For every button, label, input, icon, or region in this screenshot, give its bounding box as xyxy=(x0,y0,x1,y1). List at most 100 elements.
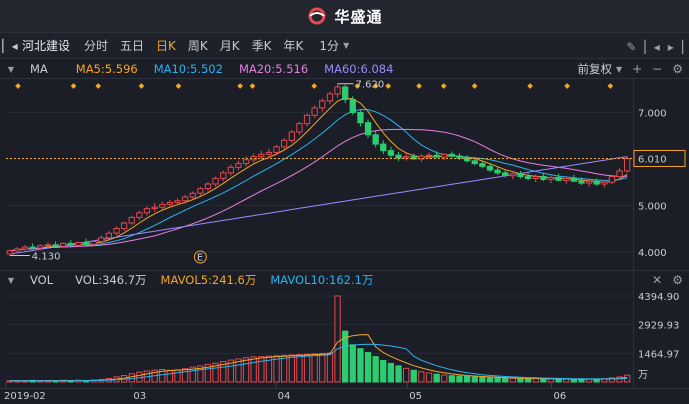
event-marker[interactable] xyxy=(237,83,243,89)
event-marker[interactable] xyxy=(564,83,570,89)
candle-body xyxy=(105,232,112,239)
candle-body xyxy=(509,173,517,177)
candle-body xyxy=(540,176,547,180)
ma20-line xyxy=(9,128,628,252)
candle-body xyxy=(242,159,250,165)
candle-body xyxy=(29,246,36,249)
main-panel-border xyxy=(0,78,689,79)
time-axis-border xyxy=(0,388,689,389)
event-marker[interactable] xyxy=(471,83,478,89)
volume-bar xyxy=(441,374,448,383)
volume-bar xyxy=(387,362,395,383)
event-marker[interactable] xyxy=(15,83,21,89)
candle-body xyxy=(44,244,52,247)
volume-bar xyxy=(486,377,494,383)
price-tick-label: 7.000 xyxy=(638,108,667,119)
gear-icon[interactable]: ⚙ xyxy=(672,62,683,76)
candle-body xyxy=(524,176,532,180)
close-icon[interactable]: ✕ xyxy=(652,273,662,287)
candle-body xyxy=(212,177,219,185)
candle-body xyxy=(235,163,242,168)
ma60-value: MA60:6.084 xyxy=(324,62,394,76)
candle-body xyxy=(342,86,349,100)
time-tick-label: 04 xyxy=(278,391,291,402)
volume-bar xyxy=(128,373,135,383)
candle-body xyxy=(372,134,379,145)
ma5-value: MA5:5.596 xyxy=(75,62,138,76)
ma10-value: MA10:5.502 xyxy=(153,62,223,76)
vol-indicator-label[interactable]: VOL xyxy=(30,273,53,287)
vol-value: VOL:346.7万 xyxy=(75,273,147,287)
ma20-value: MA20:5.516 xyxy=(238,62,309,76)
ma-indicator-label[interactable]: MA xyxy=(30,62,48,76)
event-marker[interactable] xyxy=(607,83,614,89)
event-marker[interactable] xyxy=(440,83,447,89)
candle-body xyxy=(456,155,463,159)
event-marker[interactable] xyxy=(385,83,392,89)
candle-body xyxy=(585,180,593,184)
candle-body xyxy=(425,154,433,157)
candle-body xyxy=(204,183,212,190)
volume-bar xyxy=(471,376,478,383)
candle-body xyxy=(433,154,440,158)
candle-body xyxy=(448,153,456,157)
volume-unit-label: 万 xyxy=(638,370,648,381)
volume-bar xyxy=(563,378,570,383)
candle-body xyxy=(227,166,234,174)
candle-body xyxy=(14,248,21,252)
candle-body xyxy=(265,151,273,155)
event-marker[interactable] xyxy=(70,83,77,89)
gear-icon[interactable]: ⚙ xyxy=(672,273,683,287)
candle-body xyxy=(624,157,631,172)
volume-tick-label: 1464.97 xyxy=(638,349,679,360)
add-icon[interactable]: + xyxy=(632,62,642,76)
adjust-select[interactable]: 前复权 ▼ xyxy=(577,61,622,77)
time-tick-label: 2019-02 xyxy=(4,391,46,402)
event-marker[interactable] xyxy=(527,83,533,89)
candle-body xyxy=(479,163,486,167)
candle-body xyxy=(82,242,90,245)
volume-tick-label: 2929.93 xyxy=(638,321,679,332)
event-marker[interactable] xyxy=(416,83,422,89)
candle-body xyxy=(136,212,143,218)
volume-bar xyxy=(357,348,364,383)
event-marker[interactable] xyxy=(138,83,145,89)
vol-legend-actions: ✕ ⚙ xyxy=(652,271,683,289)
chevron-down-icon[interactable]: ▼ xyxy=(4,65,18,74)
volume-bar xyxy=(547,378,555,383)
candle-body xyxy=(75,242,82,246)
candle-body xyxy=(349,99,356,113)
chevron-down-icon[interactable]: ▼ xyxy=(4,276,18,285)
volume-bar xyxy=(334,295,341,383)
volume-bar xyxy=(174,369,181,383)
volume-bar xyxy=(448,375,456,383)
price-axis-border xyxy=(633,79,634,388)
candle-body xyxy=(181,196,189,202)
volume-bar xyxy=(296,354,303,383)
chevron-down-icon: ▼ xyxy=(615,64,623,74)
candle-body xyxy=(197,188,204,194)
volume-bar xyxy=(311,353,318,383)
adjust-value: 前复权 xyxy=(577,62,612,76)
current-price-label: 6.010 xyxy=(638,154,667,165)
mavol10-value: MAVOL10:162.1万 xyxy=(270,273,374,287)
volume-bar xyxy=(555,378,562,383)
event-marker[interactable] xyxy=(311,83,317,89)
candle-body xyxy=(273,146,280,153)
volume-bar xyxy=(380,360,387,383)
volume-bar xyxy=(166,369,173,383)
time-tick-label: 03 xyxy=(133,391,146,402)
volume-bar xyxy=(433,373,440,383)
candle-body xyxy=(608,176,616,183)
ma5-line xyxy=(9,97,628,252)
candle-body xyxy=(593,180,600,185)
event-marker[interactable] xyxy=(249,83,256,89)
candle-body xyxy=(471,160,478,165)
volume-bar xyxy=(319,352,326,383)
event-marker[interactable] xyxy=(95,83,102,89)
volume-bar xyxy=(372,356,379,383)
event-marker[interactable] xyxy=(175,83,182,89)
minus-icon[interactable]: − xyxy=(652,62,662,76)
event-e-label: E xyxy=(197,253,203,264)
volume-bar xyxy=(532,378,539,383)
